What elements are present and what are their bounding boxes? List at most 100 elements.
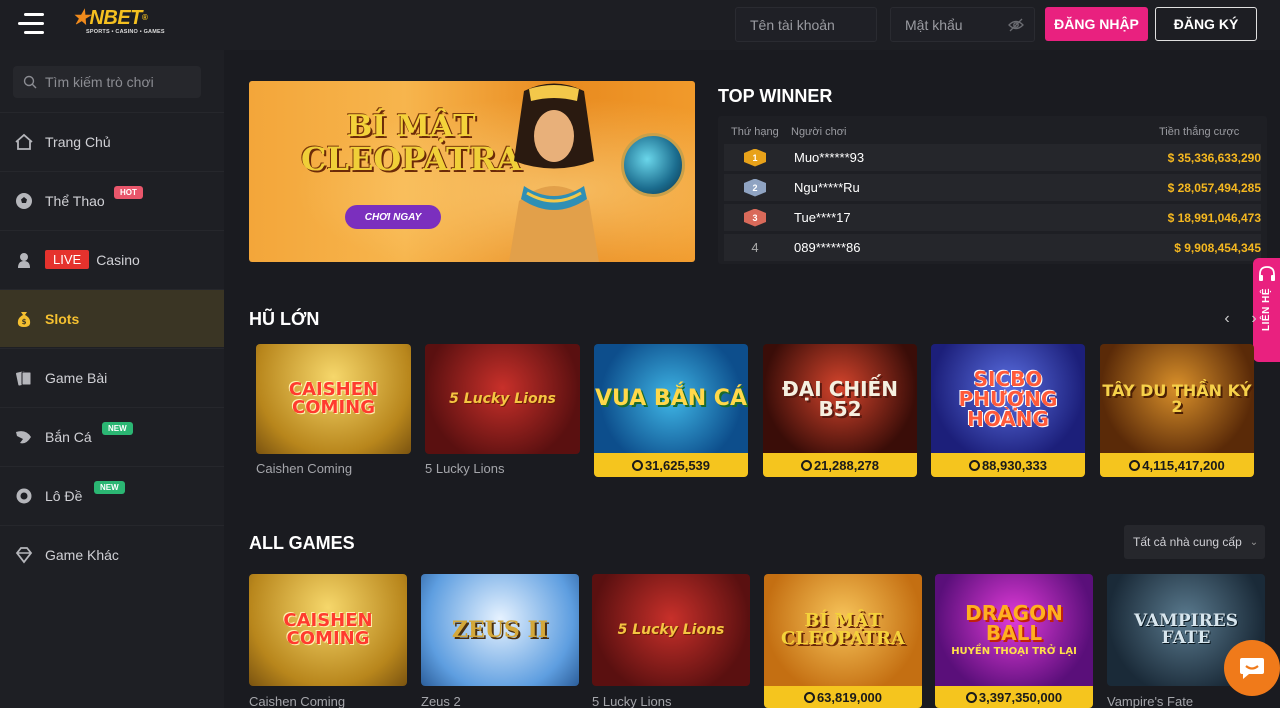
sidebar-item-casino[interactable]: LIVE Casino [0,230,224,288]
table-row: 1 Muo******93 $ 35,336,633,290 [724,144,1261,171]
game-tile-lucky-lions[interactable]: 5 Lucky Lions [425,344,580,454]
top-header: ★NBET® SPORTS • CASINO • GAMES Tên tài k… [0,0,1280,50]
jackpot-section-title: HŨ LỚN [249,309,320,329]
username-field[interactable]: Tên tài khoản [735,7,877,42]
skull-orb-icon [621,133,685,197]
banner-title-line1: BÍ MẬT [346,109,476,144]
top-winner-title: TOP WINNER [718,86,833,106]
top-winner-table: Thứ hạng Người chơi Tiền thắng cược 1 Mu… [718,116,1267,264]
game-art-text: 5 Lucky Lions [449,391,556,407]
jackpot-amount: 21,288,278 [763,453,917,477]
login-button[interactable]: ĐĂNG NHẬP [1045,7,1148,41]
play-now-button[interactable]: CHƠI NGAY [345,205,441,229]
table-row: 2 Ngu*****Ru $ 28,057,494,285 [724,174,1261,201]
jackpot-value: 21,288,278 [813,457,880,473]
register-button[interactable]: ĐĂNG KÝ [1155,7,1257,41]
sidebar-item-label: Slots [45,310,80,327]
chevron-right-icon[interactable]: › [1242,307,1266,331]
jackpot-value: 3,397,350,000 [978,689,1063,705]
game-art-text: SICBO PHƯỢNG HOÀNG [958,366,1058,431]
sidebar-item-label: Trang Chủ [45,133,111,150]
headset-icon [1258,266,1275,281]
game-tile-zeus-2[interactable]: ZEUS II [421,574,579,686]
home-icon [14,132,34,152]
game-tile-caishen[interactable]: CAISHEN COMING [249,574,407,686]
coin-icon [803,691,815,703]
win-amount: $ 28,057,494,285 [1167,180,1261,195]
col-rank-header: Thứ hạng [731,126,779,138]
search-icon [23,75,37,89]
password-field[interactable]: Mật khẩu [890,7,1035,42]
coin-icon [631,459,643,471]
money-bag-icon: $ [14,309,34,329]
eye-off-icon[interactable] [1008,18,1024,32]
table-row: 3 Tue****17 $ 18,991,046,473 [724,204,1261,231]
logo-tagline: SPORTS • CASINO • GAMES [86,29,165,35]
game-art-text: BÍ MẬT CLEOPATRA [781,610,905,649]
new-badge: NEW [94,481,125,494]
game-art-text: CAISHEN COMING [283,610,373,649]
coin-icon [800,459,812,471]
jackpot-value: 88,930,333 [981,457,1048,473]
sidebar-item-slots[interactable]: $ Slots [0,289,224,347]
site-logo[interactable]: ★NBET® SPORTS • CASINO • GAMES [72,8,167,42]
sidebar-item-sports[interactable]: Thể Thao HOT [0,171,224,229]
game-name[interactable]: 5 Lucky Lions [425,461,505,476]
game-tile-vua-ban-ca[interactable]: VUA BẮN CÁ 31,625,539 [594,344,748,477]
search-placeholder: Tìm kiếm trò chơi [45,74,154,90]
banner-title: BÍ MẬT CLEOPATRA [301,109,521,176]
game-tile-lucky-lions[interactable]: 5 Lucky Lions [592,574,750,686]
sidebar-item-card-games[interactable]: Game Bài [0,348,224,406]
cleopatra-illustration [509,83,599,262]
game-tile-cleopatra[interactable]: BÍ MẬT CLEOPATRA 63,819,000 [764,574,922,708]
bronze-medal-icon: 3 [744,208,766,227]
diamond-icon [14,545,34,565]
chevron-left-icon[interactable]: ‹ [1215,307,1239,331]
sidebar-item-label: Game Bài [45,369,108,386]
sidebar-item-label: Bắn Cá [45,428,92,445]
game-tile-caishen[interactable]: CAISHEN COMING [256,344,411,454]
sidebar-item-fishing[interactable]: Bắn Cá NEW [0,407,224,465]
jackpot-value: 4,115,417,200 [1142,457,1225,473]
rank-number: 4 [751,240,759,255]
sidebar: Tìm kiếm trò chơi Trang Chủ Thể Thao HOT… [0,50,224,708]
jackpot-amount: 4,115,417,200 [1100,453,1254,477]
silver-medal-icon: 2 [744,178,766,197]
jackpot-amount: 88,930,333 [931,453,1085,477]
game-name[interactable]: 5 Lucky Lions [592,694,672,708]
coin-icon [1129,459,1141,471]
sidebar-item-lottery[interactable]: Lô Đề NEW [0,466,224,524]
game-name[interactable]: Zeus 2 [421,694,461,708]
game-tile-sicbo[interactable]: SICBO PHƯỢNG HOÀNG 88,930,333 [931,344,1085,477]
jackpot-amount: 63,819,000 [764,686,922,708]
win-amount: $ 18,991,046,473 [1167,210,1261,225]
promo-banner[interactable]: BÍ MẬT CLEOPATRA CHƠI NGAY [249,81,695,262]
game-name[interactable]: Caishen Coming [249,694,345,708]
game-tile-dragon-ball[interactable]: DRAGON BALL HUYỀN THOẠI TRỞ LẠI 3,397,35… [935,574,1093,708]
all-games-title: ALL GAMES [249,533,355,553]
sidebar-item-other-games[interactable]: Game Khác [0,525,224,583]
provider-select[interactable]: Tất cả nhà cung cấp ⌄ [1124,525,1265,559]
game-search-input[interactable]: Tìm kiếm trò chơi [13,66,201,98]
fish-icon [14,427,34,447]
game-tile-dai-chien-b52[interactable]: ĐẠI CHIẾN B52 21,288,278 [763,344,917,477]
username-placeholder: Tên tài khoản [750,16,835,33]
jackpot-amount: 31,625,539 [594,453,748,477]
sidebar-item-label: Casino [96,251,140,268]
live-chat-button[interactable] [1224,640,1280,696]
jackpot-value: 31,625,539 [644,457,711,473]
cards-icon [14,368,34,388]
coin-icon [968,459,980,471]
game-name[interactable]: Vampire's Fate [1107,694,1193,708]
game-art-text: DRAGON BALL [965,601,1063,645]
hamburger-menu-icon[interactable] [18,13,44,35]
game-name[interactable]: Caishen Coming [256,461,352,476]
password-placeholder: Mật khẩu [905,16,963,33]
game-tile-tay-du-than-ky[interactable]: TÂY DU THẦN KÝ 2 4,115,417,200 [1100,344,1254,477]
col-amount-header: Tiền thắng cược [1159,126,1240,138]
game-art-text: 5 Lucky Lions [617,622,725,638]
game-art-text: VUA BẮN CÁ [595,385,747,411]
game-art-text: ZEUS II [451,617,549,643]
player-name: Ngu*****Ru [794,180,860,195]
sidebar-item-home[interactable]: Trang Chủ [0,112,224,170]
